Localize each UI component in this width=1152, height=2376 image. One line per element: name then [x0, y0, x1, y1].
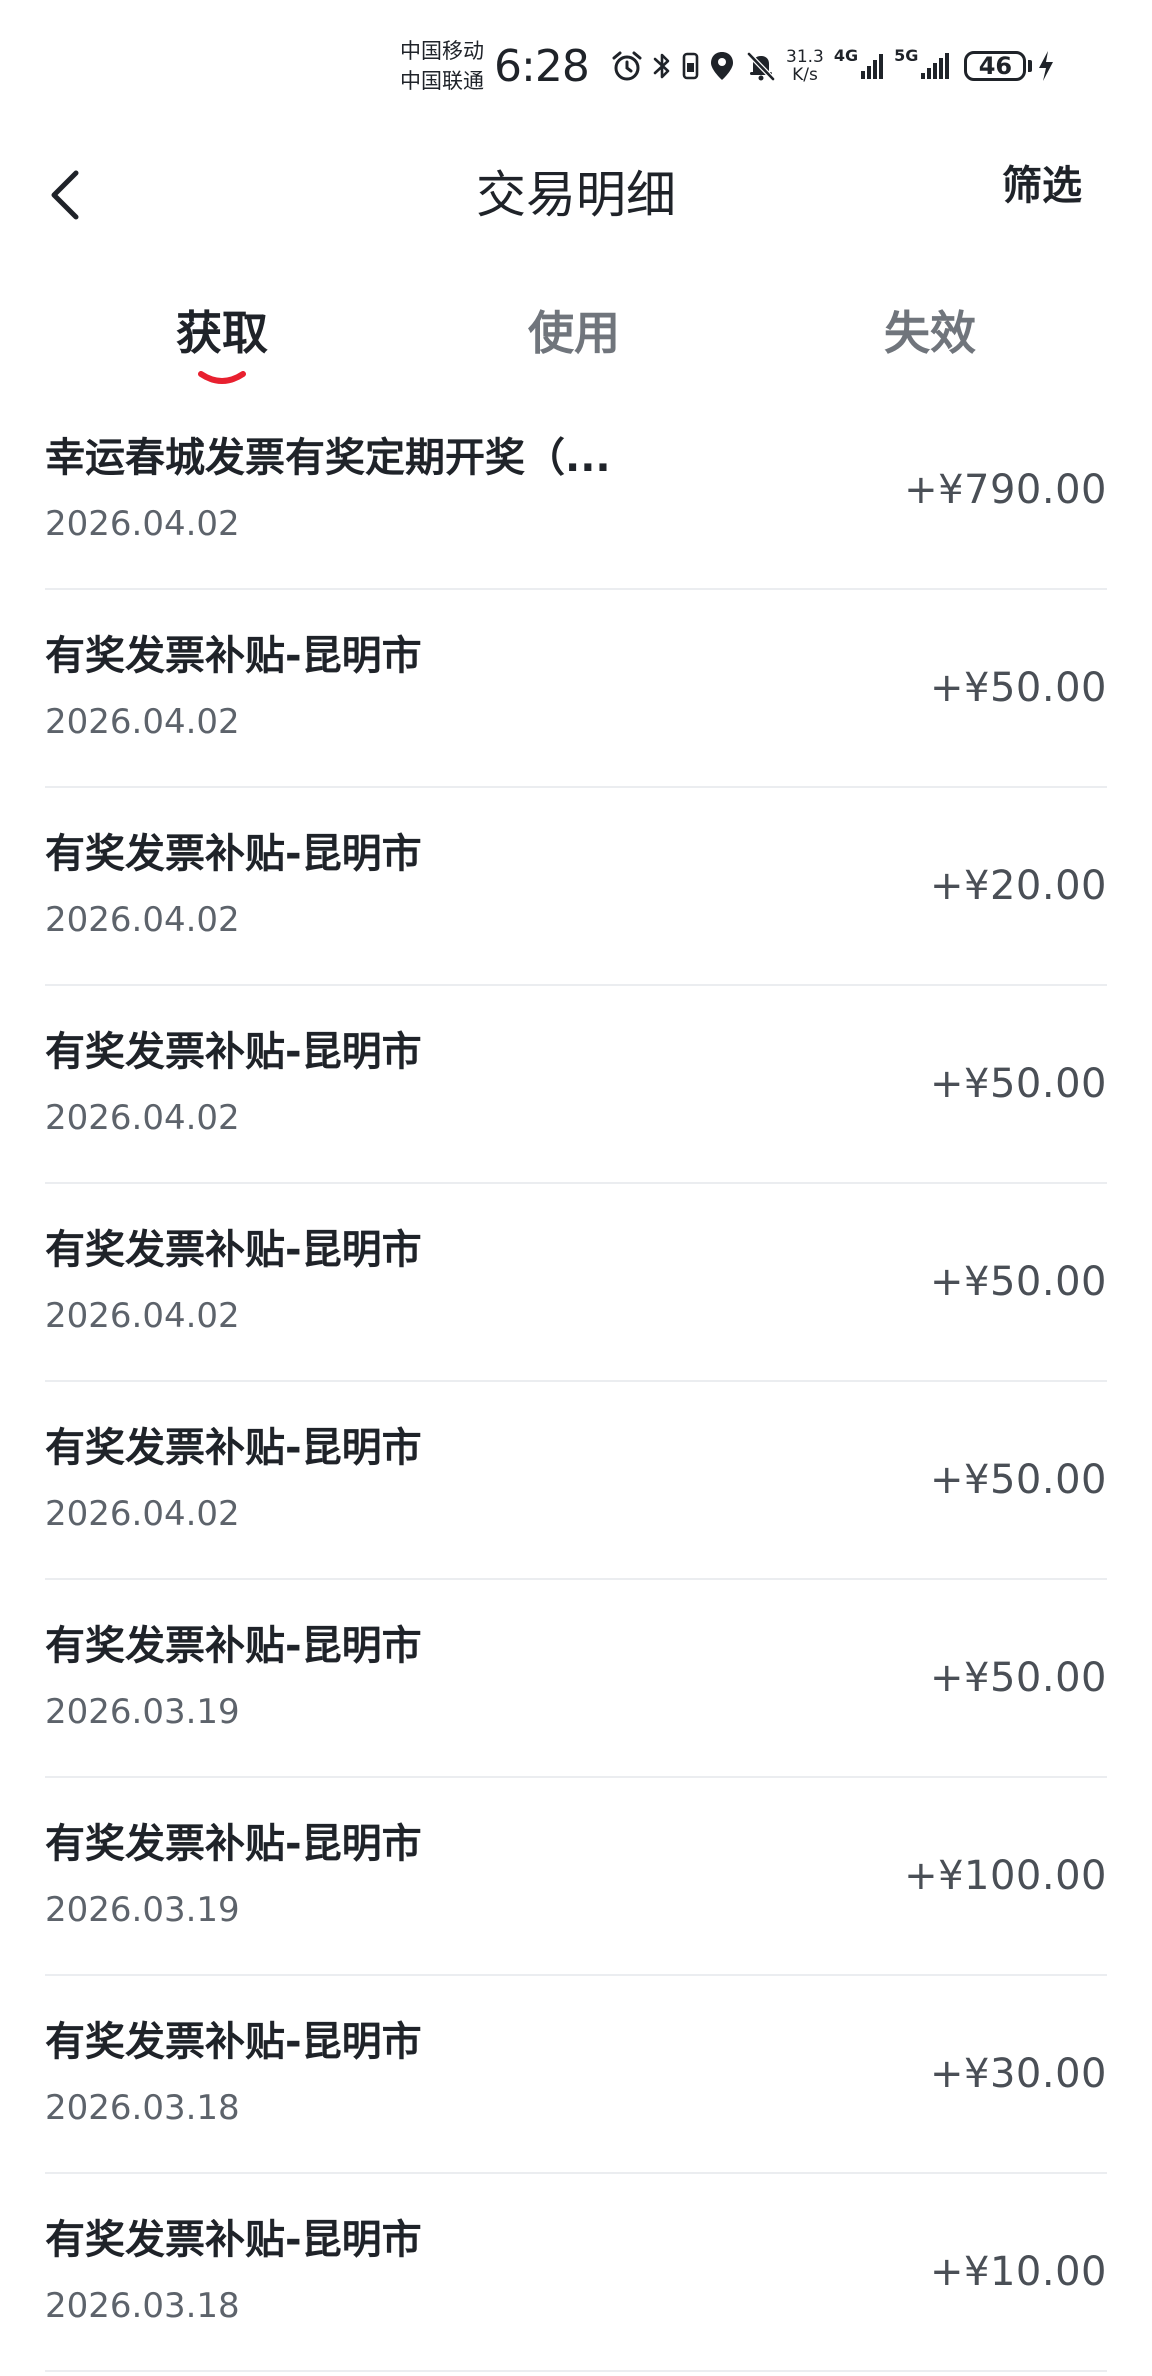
- transaction-title: 有奖发票补贴-昆明市: [45, 1029, 422, 1075]
- transaction-row[interactable]: 有奖发票补贴-昆明市 2026.03.18 +¥10.00: [45, 2174, 1107, 2372]
- transaction-date: 2026.04.02: [45, 900, 240, 940]
- location-icon: [708, 49, 736, 83]
- transaction-date: 2026.04.02: [45, 1494, 240, 1534]
- transaction-amount: +¥50.00: [930, 1259, 1107, 1305]
- bluetooth-icon: [652, 49, 672, 83]
- carrier-labels: 中国移动 中国联通: [400, 36, 492, 96]
- transaction-date: 2026.04.02: [45, 702, 240, 742]
- status-time: 6:28: [494, 41, 590, 92]
- network-5g-label: 5G: [894, 46, 919, 65]
- charging-icon: [1036, 49, 1056, 83]
- carrier-2: 中国联通: [400, 69, 484, 93]
- transaction-row[interactable]: 有奖发票补贴-昆明市 2026.04.02 +¥50.00: [45, 986, 1107, 1184]
- transaction-amount: +¥10.00: [930, 2249, 1107, 2295]
- tab-expired-label: 失效: [884, 306, 976, 360]
- transaction-title: 幸运春城发票有奖定期开奖（...: [45, 435, 611, 481]
- battery-tip: [1028, 60, 1033, 72]
- tab-obtain-label: 获取: [176, 306, 268, 360]
- transaction-amount: +¥50.00: [930, 665, 1107, 711]
- transaction-row[interactable]: 有奖发票补贴-昆明市 2026.04.02 +¥50.00: [45, 590, 1107, 788]
- transaction-date: 2026.04.02: [45, 1098, 240, 1138]
- transaction-row[interactable]: 有奖发票补贴-昆明市 2026.03.18 +¥30.00: [45, 1976, 1107, 2174]
- transaction-title: 有奖发票补贴-昆明市: [45, 1821, 422, 1867]
- status-bar: 中国移动 中国联通 6:28 31.3 K/s 4G 5G 46: [0, 0, 1152, 130]
- transaction-row[interactable]: 有奖发票补贴-昆明市 2026.04.02 +¥50.00: [45, 1184, 1107, 1382]
- transaction-date: 2026.04.02: [45, 504, 240, 544]
- net-speed: 31.3 K/s: [786, 48, 824, 84]
- transaction-amount: +¥50.00: [930, 1655, 1107, 1701]
- transaction-row[interactable]: 有奖发票补贴-昆明市 2026.03.19 +¥100.00: [45, 1778, 1107, 1976]
- filter-button[interactable]: 筛选: [1002, 162, 1082, 210]
- status-icons: 31.3 K/s 4G 5G 46: [610, 44, 1064, 88]
- transaction-date: 2026.03.19: [45, 1692, 240, 1732]
- transaction-amount: +¥100.00: [904, 1853, 1107, 1899]
- transaction-title: 有奖发票补贴-昆明市: [45, 1425, 422, 1471]
- transaction-title: 有奖发票补贴-昆明市: [45, 831, 422, 877]
- active-tab-indicator: [198, 371, 246, 384]
- transaction-date: 2026.04.02: [45, 1296, 240, 1336]
- network-4g-label: 4G: [833, 46, 859, 65]
- transaction-list: 幸运春城发票有奖定期开奖（... 2026.04.02 +¥790.00 有奖发…: [0, 398, 1152, 2372]
- tab-use[interactable]: 使用: [454, 290, 694, 400]
- transaction-amount: +¥50.00: [930, 1457, 1107, 1503]
- vibrate-icon: [680, 49, 700, 83]
- carrier-1: 中国移动: [400, 39, 484, 63]
- transaction-amount: +¥20.00: [930, 863, 1107, 909]
- transaction-amount: +¥50.00: [930, 1061, 1107, 1107]
- transaction-title: 有奖发票补贴-昆明市: [45, 633, 422, 679]
- net-speed-unit: K/s: [792, 65, 818, 85]
- transaction-amount: +¥790.00: [904, 467, 1107, 513]
- transaction-date: 2026.03.18: [45, 2286, 240, 2326]
- signal-icon: [920, 51, 950, 81]
- battery-level: 46: [964, 51, 1027, 81]
- signal-icon: [860, 51, 886, 81]
- transaction-amount: +¥30.00: [930, 2051, 1107, 2097]
- transaction-row[interactable]: 幸运春城发票有奖定期开奖（... 2026.04.02 +¥790.00: [45, 398, 1107, 590]
- alarm-icon: [610, 49, 644, 83]
- mute-icon: [744, 49, 778, 83]
- transaction-row[interactable]: 有奖发票补贴-昆明市 2026.04.02 +¥20.00: [45, 788, 1107, 986]
- transaction-row[interactable]: 有奖发票补贴-昆明市 2026.03.19 +¥50.00: [45, 1580, 1107, 1778]
- tab-use-label: 使用: [528, 306, 620, 360]
- transaction-date: 2026.03.19: [45, 1890, 240, 1930]
- transaction-title: 有奖发票补贴-昆明市: [45, 1227, 422, 1273]
- tab-obtain[interactable]: 获取: [102, 290, 342, 400]
- page-title: 交易明细: [476, 166, 676, 224]
- transaction-row[interactable]: 有奖发票补贴-昆明市 2026.04.02 +¥50.00: [45, 1382, 1107, 1580]
- tab-bar: 获取 使用 失效: [0, 290, 1152, 400]
- app-header: 交易明细 筛选: [0, 140, 1152, 250]
- transaction-title: 有奖发票补贴-昆明市: [45, 2019, 422, 2065]
- net-speed-value: 31.3: [786, 47, 824, 67]
- transaction-date: 2026.03.18: [45, 2088, 240, 2128]
- battery-indicator: 46: [964, 51, 1033, 81]
- tab-expired[interactable]: 失效: [810, 290, 1050, 400]
- transaction-title: 有奖发票补贴-昆明市: [45, 1623, 422, 1669]
- transaction-title: 有奖发票补贴-昆明市: [45, 2217, 422, 2263]
